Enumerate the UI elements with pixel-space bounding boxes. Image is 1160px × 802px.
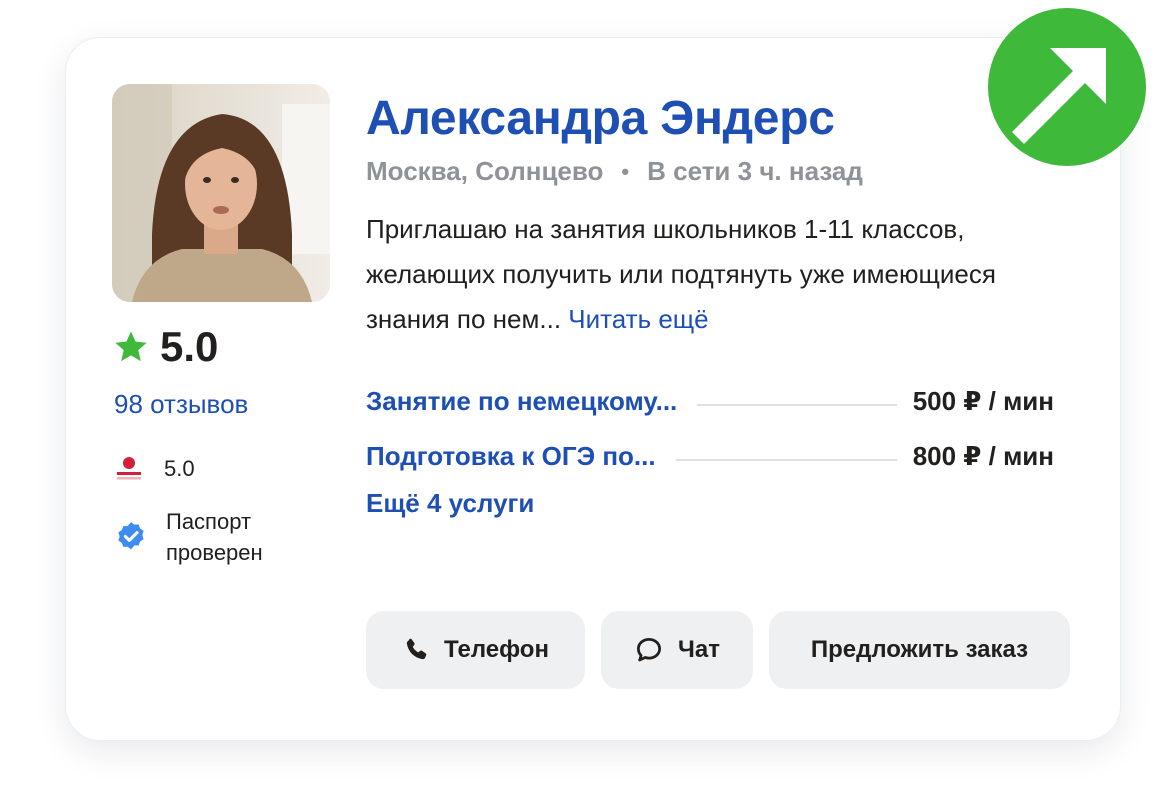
- rating-summary: 5.0: [112, 326, 218, 368]
- avatar[interactable]: [112, 84, 330, 302]
- services-list: Занятие по немецкому... 500 ₽ / мин Подг…: [366, 374, 1054, 519]
- external-link-arrow-icon[interactable]: [988, 8, 1146, 166]
- user-metric: 5.0: [116, 456, 195, 482]
- phone-button[interactable]: Телефон: [366, 611, 585, 689]
- more-services-link[interactable]: Ещё 4 услуги: [366, 488, 1054, 519]
- read-more-link[interactable]: Читать ещё: [568, 304, 708, 334]
- rating-value: 5.0: [160, 323, 219, 370]
- offer-order-button[interactable]: Предложить заказ: [769, 611, 1070, 689]
- tutor-name[interactable]: Александра Эндерс: [366, 90, 1076, 148]
- offer-order-button-label: Предложить заказ: [810, 636, 1029, 663]
- profile-meta: Москва, Солнцево • В сети 3 ч. назад: [366, 156, 1076, 187]
- online-status: В сети 3 ч. назад: [647, 156, 863, 186]
- user-rating-icon: [117, 457, 141, 480]
- description: Приглашаю на занятия школьников 1-11 кла…: [366, 207, 1026, 342]
- phone-button-label: Телефон: [444, 636, 549, 663]
- chat-button-label: Чат: [678, 636, 720, 663]
- chat-button[interactable]: Чат: [601, 611, 753, 689]
- reviews-link[interactable]: 98 отзывов: [114, 389, 248, 420]
- meta-separator: •: [621, 158, 630, 184]
- service-name[interactable]: Занятие по немецкому...: [366, 386, 677, 417]
- service-divider: [697, 403, 897, 406]
- service-price: 800 ₽ / мин: [912, 441, 1054, 471]
- service-divider: [675, 458, 897, 461]
- passport-label: Паспорт проверен: [166, 509, 263, 565]
- service-price: 500 ₽ / мин: [912, 386, 1054, 416]
- chat-bubble-icon: [637, 638, 662, 662]
- service-row[interactable]: Подготовка к ОГЭ по... 800 ₽ / мин: [366, 429, 1054, 484]
- avatar-photo: [112, 84, 330, 302]
- action-buttons: Телефон Чат Предложить заказ: [366, 611, 1070, 689]
- metric-value: 5.0: [164, 456, 195, 481]
- star-icon: [115, 331, 147, 362]
- profile-content: Александра Эндерс Москва, Солнцево • В с…: [366, 90, 1076, 519]
- service-row[interactable]: Занятие по немецкому... 500 ₽ / мин: [366, 374, 1054, 429]
- phone-icon: [406, 638, 427, 660]
- location: Москва, Солнцево: [366, 156, 604, 186]
- tutor-card: 5.0 98 отзывов 5.0 Паспорт проверен Алек…: [66, 38, 1120, 740]
- verified-badge-icon: [118, 522, 144, 550]
- passport-verified: Паспорт проверен: [114, 506, 326, 568]
- service-name[interactable]: Подготовка к ОГЭ по...: [366, 441, 656, 472]
